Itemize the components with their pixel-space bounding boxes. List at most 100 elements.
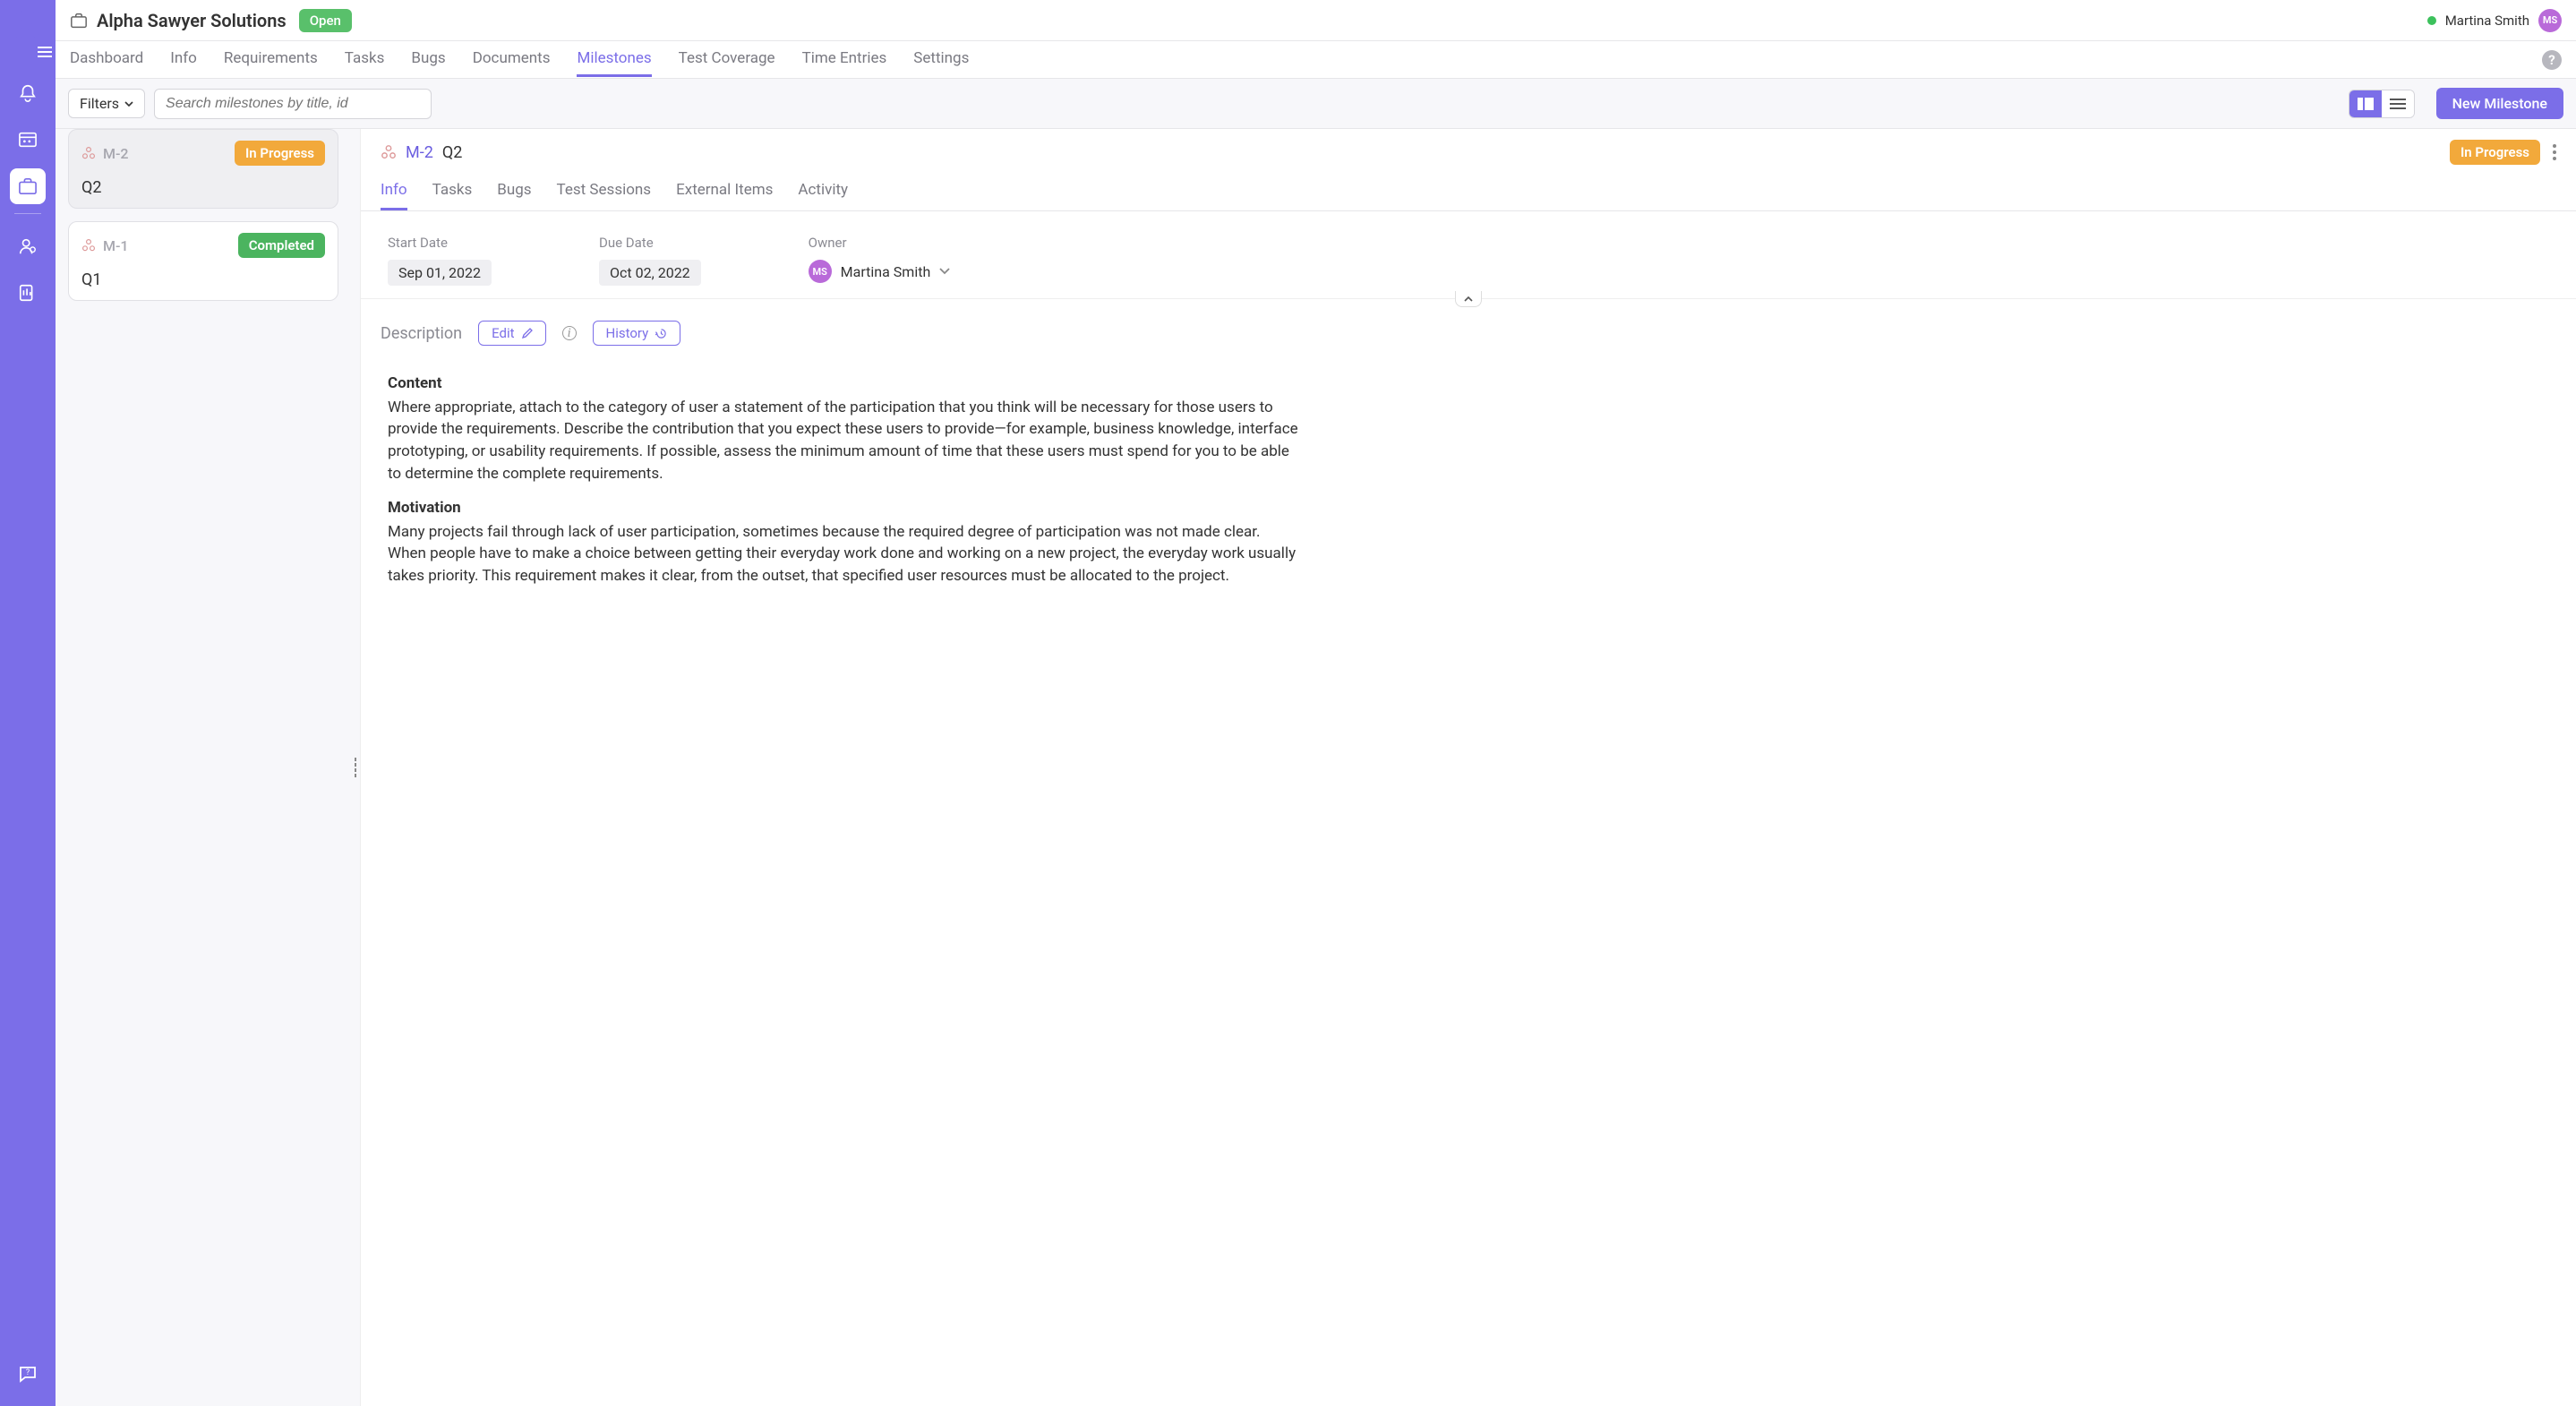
layout-list-icon <box>2390 98 2406 110</box>
tab-settings[interactable]: Settings <box>913 42 969 77</box>
layout-split-icon <box>2358 98 2374 110</box>
breadcrumb-id[interactable]: M-2 <box>406 143 433 162</box>
desc-heading-content: Content <box>388 373 1301 395</box>
milestone-id: M-1 <box>81 237 129 254</box>
history-icon <box>655 328 667 339</box>
detail-meta: Start Date Sep 01, 2022 Due Date Oct 02,… <box>361 211 2576 299</box>
tab-bugs[interactable]: Bugs <box>411 42 445 77</box>
sidebar-collapse-icon[interactable] <box>38 47 52 57</box>
app-sidebar: ? <box>0 0 56 1406</box>
bell-icon <box>18 83 38 103</box>
view-list-button[interactable] <box>2382 90 2414 117</box>
collapse-meta-button[interactable] <box>1455 291 1482 307</box>
chevron-down-icon <box>939 268 950 275</box>
milestone-icon <box>381 144 397 160</box>
edit-description-button[interactable]: Edit <box>478 321 545 346</box>
status-badge: Completed <box>238 233 325 258</box>
desc-paragraph: Many projects fail through lack of user … <box>388 521 1301 587</box>
main-area: Alpha Sawyer Solutions Open Martina Smit… <box>56 0 2576 1406</box>
milestone-title: Q1 <box>81 270 325 289</box>
svg-text:?: ? <box>26 1368 30 1377</box>
owner-avatar: MS <box>809 260 832 283</box>
description-label: Description <box>381 324 462 343</box>
detail-tab-info[interactable]: Info <box>381 176 407 210</box>
detail-tab-external-items[interactable]: External Items <box>676 176 773 210</box>
project-tabs: Dashboard Info Requirements Tasks Bugs D… <box>56 41 2576 79</box>
sidebar-item-reports[interactable] <box>10 275 46 311</box>
filters-label: Filters <box>80 95 119 112</box>
milestone-card[interactable]: M-1 Completed Q1 <box>68 221 338 301</box>
briefcase-icon <box>70 13 88 29</box>
chat-help-icon: ? <box>17 1363 39 1385</box>
due-date-value[interactable]: Oct 02, 2022 <box>599 260 701 286</box>
view-split-button[interactable] <box>2349 90 2382 117</box>
owner-name: Martina Smith <box>841 263 931 280</box>
filters-button[interactable]: Filters <box>68 89 145 118</box>
tab-info[interactable]: Info <box>170 42 197 77</box>
info-icon[interactable]: i <box>562 326 577 340</box>
start-date-value[interactable]: Sep 01, 2022 <box>388 260 492 286</box>
breadcrumb-title: Q2 <box>442 143 463 162</box>
tab-documents[interactable]: Documents <box>473 42 551 77</box>
detail-header: M-2 Q2 In Progress <box>361 129 2576 165</box>
desc-heading-motivation: Motivation <box>388 497 1301 519</box>
column-resize-handle[interactable] <box>351 129 360 1406</box>
more-actions-button[interactable] <box>2553 144 2556 160</box>
detail-tab-activity[interactable]: Activity <box>798 176 848 210</box>
chevron-up-icon <box>1464 296 1473 302</box>
sidebar-item-projects[interactable] <box>10 168 46 204</box>
history-button[interactable]: History <box>593 321 681 346</box>
report-icon <box>18 283 38 303</box>
view-toggle <box>2349 90 2415 118</box>
start-date-label: Start Date <box>388 235 492 251</box>
tab-test-coverage[interactable]: Test Coverage <box>679 42 775 77</box>
current-user-avatar[interactable]: MS <box>2538 9 2562 32</box>
tab-dashboard[interactable]: Dashboard <box>70 42 143 77</box>
project-title: Alpha Sawyer Solutions <box>97 10 287 31</box>
description-body: Content Where appropriate, attach to the… <box>361 355 1328 605</box>
caret-down-icon <box>124 101 133 107</box>
milestone-detail: M-2 Q2 In Progress Info Tasks Bugs Test … <box>360 129 2576 1406</box>
milestones-content: M-2 In Progress Q2 M-1 Completed Q1 <box>56 129 2576 1406</box>
owner-label: Owner <box>809 235 951 251</box>
pencil-icon <box>522 328 533 339</box>
sidebar-item-notifications[interactable] <box>10 75 46 111</box>
milestone-title: Q2 <box>81 178 325 197</box>
project-status-badge: Open <box>299 9 352 32</box>
milestone-icon <box>81 146 96 160</box>
sidebar-divider <box>14 213 41 214</box>
detail-tab-test-sessions[interactable]: Test Sessions <box>557 176 652 210</box>
detail-status-badge[interactable]: In Progress <box>2450 140 2540 165</box>
sidebar-item-help[interactable]: ? <box>10 1356 46 1392</box>
due-date-label: Due Date <box>599 235 701 251</box>
owner-picker[interactable]: MS Martina Smith <box>809 260 951 283</box>
presence-indicator <box>2427 16 2436 25</box>
user-gear-icon <box>18 236 38 256</box>
current-user-name[interactable]: Martina Smith <box>2445 13 2529 29</box>
search-input[interactable] <box>154 89 432 119</box>
detail-tabs: Info Tasks Bugs Test Sessions External I… <box>361 165 2576 211</box>
sidebar-item-users[interactable] <box>10 228 46 264</box>
sidebar-item-calendar[interactable] <box>10 122 46 158</box>
description-toolbar: Description Edit i History <box>361 299 2576 355</box>
briefcase-icon <box>18 177 38 195</box>
milestone-list: M-2 In Progress Q2 M-1 Completed Q1 <box>56 129 351 1406</box>
milestone-card[interactable]: M-2 In Progress Q2 <box>68 129 338 209</box>
breadcrumb: M-2 Q2 <box>381 143 462 162</box>
detail-tab-tasks[interactable]: Tasks <box>432 176 473 210</box>
tab-time-entries[interactable]: Time Entries <box>802 42 887 77</box>
detail-tab-bugs[interactable]: Bugs <box>497 176 531 210</box>
milestone-id: M-2 <box>81 145 129 162</box>
tab-milestones[interactable]: Milestones <box>577 42 651 77</box>
milestone-icon <box>81 238 96 253</box>
desc-paragraph: Where appropriate, attach to the categor… <box>388 397 1301 485</box>
tab-tasks[interactable]: Tasks <box>345 42 385 77</box>
logo-icon <box>14 11 41 38</box>
tab-requirements[interactable]: Requirements <box>224 42 318 77</box>
status-badge: In Progress <box>235 141 325 166</box>
app-logo[interactable] <box>11 7 45 41</box>
topbar: Alpha Sawyer Solutions Open Martina Smit… <box>56 0 2576 41</box>
help-icon[interactable]: ? <box>2542 50 2562 70</box>
new-milestone-button[interactable]: New Milestone <box>2436 88 2563 119</box>
milestones-toolbar: Filters New Milestone <box>56 79 2576 129</box>
